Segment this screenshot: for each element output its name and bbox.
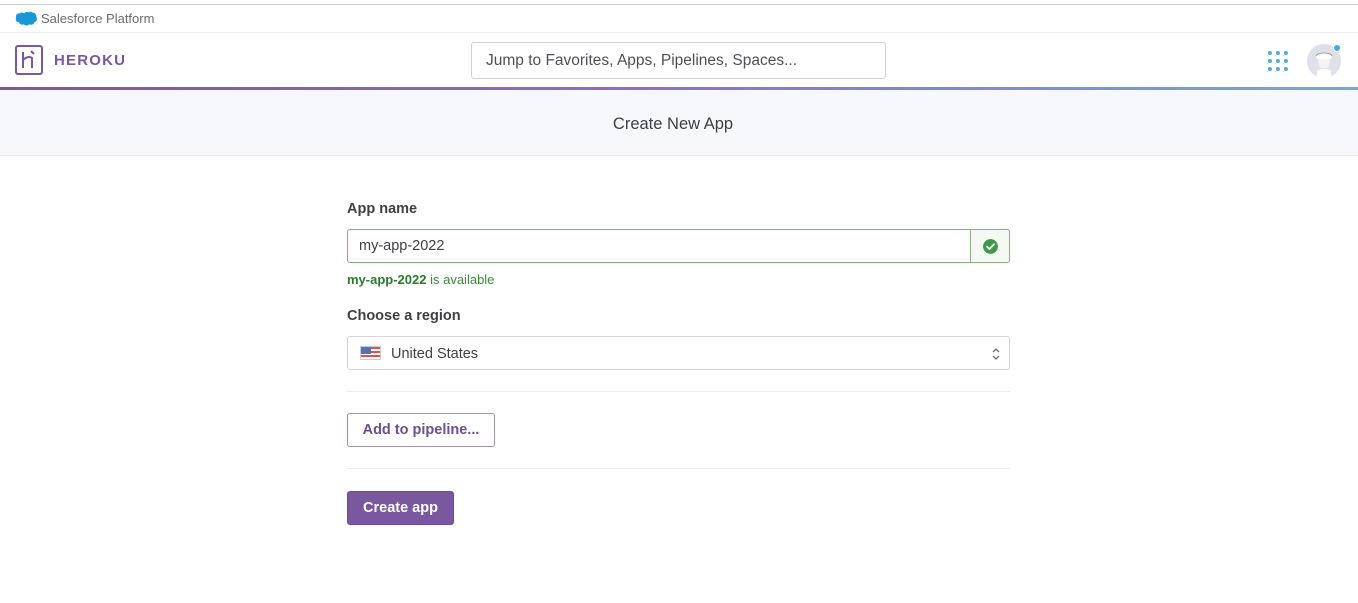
region-selected-value: United States bbox=[391, 346, 479, 362]
heroku-logo-icon[interactable] bbox=[15, 45, 43, 75]
create-app-button[interactable]: Create app bbox=[347, 491, 454, 525]
add-to-pipeline-button[interactable]: Add to pipeline... bbox=[347, 413, 495, 447]
app-name-valid-addon bbox=[970, 229, 1010, 263]
us-flag-icon bbox=[360, 346, 381, 360]
apps-grid-icon[interactable] bbox=[1268, 51, 1288, 71]
section-divider bbox=[347, 468, 1010, 469]
availability-suffix: is available bbox=[426, 272, 495, 287]
select-caret-icon bbox=[992, 348, 1000, 360]
availability-message: my-app-2022 is available bbox=[347, 272, 494, 288]
notification-dot bbox=[1333, 44, 1341, 52]
check-circle-icon bbox=[983, 239, 998, 254]
page-title: Create New App bbox=[612, 115, 734, 133]
region-label: Choose a region bbox=[347, 308, 461, 324]
app-name-input[interactable] bbox=[347, 229, 971, 263]
heroku-logo-text[interactable]: HEROKU bbox=[54, 52, 126, 70]
search-input[interactable] bbox=[471, 42, 886, 79]
region-select[interactable]: United States bbox=[347, 336, 1010, 370]
app-name-label: App name bbox=[347, 201, 418, 217]
top-nav: HEROKU bbox=[0, 33, 1358, 88]
salesforce-cloud-icon bbox=[15, 11, 37, 26]
salesforce-platform-bar: Salesforce Platform bbox=[0, 5, 1358, 33]
page-header: Create New App bbox=[0, 90, 1358, 156]
availability-app-name: my-app-2022 bbox=[347, 272, 427, 287]
section-divider bbox=[347, 391, 1010, 392]
salesforce-platform-label: Salesforce Platform bbox=[41, 11, 155, 26]
